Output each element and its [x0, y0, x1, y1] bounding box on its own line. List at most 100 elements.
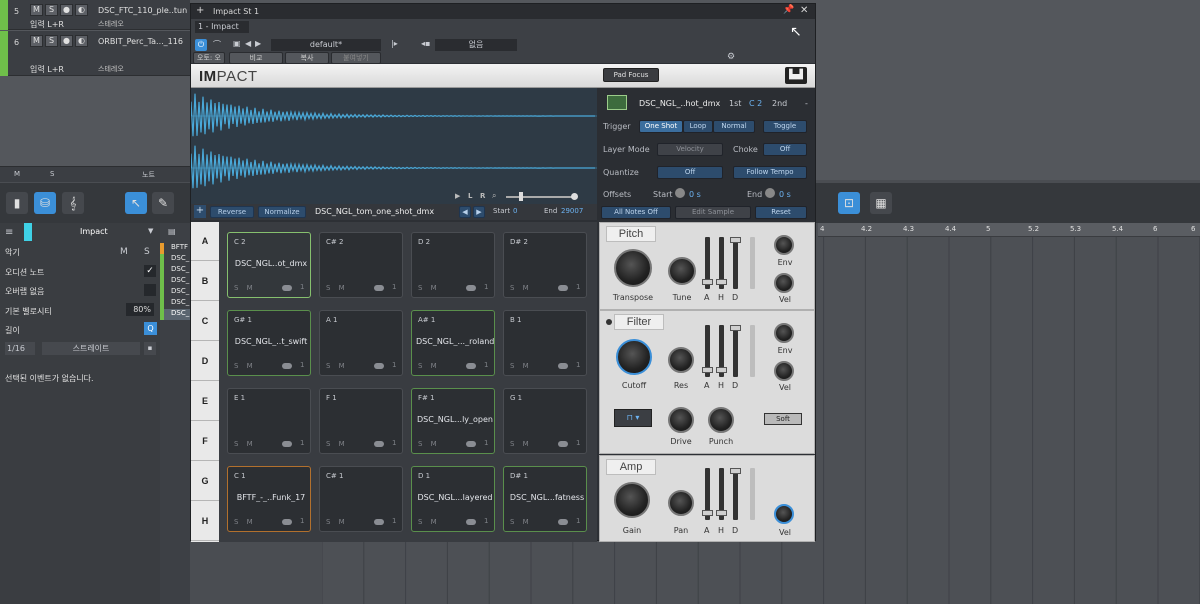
event-item[interactable]: DSC_ [160, 265, 190, 276]
event-item[interactable]: DSC_ [160, 254, 190, 265]
quantize-select[interactable]: 1/16 [5, 342, 35, 355]
pad-toggle-icon[interactable] [466, 519, 476, 525]
bank-letter-c[interactable]: C [191, 302, 219, 341]
res-knob[interactable] [668, 347, 694, 373]
filter-attack-slider[interactable] [702, 325, 713, 377]
record-arm-button[interactable]: ● [60, 35, 73, 47]
power-icon[interactable]: ⏻ [195, 39, 207, 51]
second-note-value[interactable]: - [805, 99, 808, 108]
pad-output[interactable]: 1 [484, 517, 488, 525]
pad-solo-mute[interactable]: S M [326, 284, 348, 292]
amp-decay-slider[interactable] [730, 468, 741, 520]
save-icon[interactable]: ▣ [233, 39, 241, 48]
mute-button[interactable]: M [120, 247, 128, 257]
layer-mode-select[interactable]: Velocity [657, 143, 723, 156]
pan-knob[interactable] [668, 490, 694, 516]
preset-slot-select[interactable]: 1 - Impact [195, 21, 249, 33]
drum-pad[interactable]: D 1 DSC_NGL...layered S M 1 [411, 466, 495, 532]
solo-button[interactable]: S [45, 4, 58, 16]
pad-solo-mute[interactable]: S M [418, 518, 440, 526]
drum-pad[interactable]: A 1 S M 1 [319, 310, 403, 376]
pad-toggle-icon[interactable] [558, 519, 568, 525]
menu-icon[interactable]: ≡ [5, 227, 13, 238]
drum-pad[interactable]: F 1 S M 1 [319, 388, 403, 454]
choke-select[interactable]: Off [763, 143, 807, 156]
drum-pad[interactable]: B 1 S M 1 [503, 310, 587, 376]
pad-focus-button[interactable]: Pad Focus [603, 68, 659, 82]
filter-type-select[interactable]: ⊓ ▾ [614, 409, 652, 427]
pad-output[interactable]: 1 [392, 361, 396, 369]
monitor-button[interactable]: ◐ [75, 35, 88, 47]
pad-toggle-icon[interactable] [282, 285, 292, 291]
soft-button[interactable]: Soft [764, 413, 802, 425]
cutoff-knob[interactable] [616, 339, 652, 375]
play-icon[interactable]: ▶ [455, 192, 460, 200]
bank-letter-b[interactable]: B [191, 262, 219, 301]
default-velocity-field[interactable]: 80% [126, 303, 154, 316]
filter-env-knob[interactable] [774, 323, 794, 343]
next-preset-icon[interactable]: ▶ [255, 39, 261, 48]
pad-solo-mute[interactable]: S M [510, 440, 532, 448]
inspector-track-name[interactable]: Impact [80, 227, 108, 236]
paste-button[interactable]: 붙여넣기 [331, 52, 381, 64]
zoom-slider[interactable] [506, 196, 576, 198]
pad-toggle-icon[interactable] [282, 441, 292, 447]
prev-preset-icon[interactable]: ◀ [245, 39, 251, 48]
zoom-slider-handle[interactable] [519, 192, 523, 201]
track-input[interactable]: 입력 L+R [30, 19, 64, 30]
drum-pad[interactable]: D# 2 S M 1 [503, 232, 587, 298]
filter-enable-led[interactable] [606, 319, 612, 325]
right-channel-icon[interactable]: R [480, 192, 485, 200]
pad-output[interactable]: 1 [576, 439, 580, 447]
close-icon[interactable]: ✕ [800, 5, 808, 16]
filter-decay-slider[interactable] [730, 325, 741, 377]
reset-button[interactable]: Reset [755, 206, 807, 219]
pad-solo-mute[interactable]: S M [234, 440, 256, 448]
event-item[interactable]: DSC_ [160, 276, 190, 287]
pitch-hold-slider[interactable] [716, 237, 727, 289]
pin-icon[interactable]: 📌 [783, 5, 794, 15]
straight-select[interactable]: 스트레이트 [42, 342, 140, 355]
copy-button[interactable]: 복사 [285, 52, 329, 64]
pad-solo-mute[interactable]: S M [510, 362, 532, 370]
record-arm-button[interactable]: ● [60, 4, 73, 16]
drum-pad[interactable]: D 2 S M 1 [411, 232, 495, 298]
drum-pad[interactable]: D# 1 DSC_NGL...fatness S M 1 [503, 466, 587, 532]
add-icon[interactable]: + [196, 5, 204, 16]
pad-toggle-icon[interactable] [282, 519, 292, 525]
pad-toggle-icon[interactable] [374, 363, 384, 369]
prev-sample-icon[interactable]: ◀ [459, 206, 471, 218]
treble-clef-icon[interactable]: 𝄞 [62, 192, 84, 214]
pad-toggle-icon[interactable] [558, 363, 568, 369]
timeline-ruler[interactable]: 4 4.2 4.3 4.4 5 5.2 5.3 5.4 6 6 [818, 223, 1200, 237]
sidechain-icon[interactable]: |▸ [391, 39, 398, 48]
monitor-button[interactable]: ◐ [75, 4, 88, 16]
transpose-knob[interactable] [614, 249, 652, 287]
one-shot-button[interactable]: One Shot [639, 120, 683, 133]
solo-button[interactable]: S [144, 247, 150, 257]
pad-output[interactable]: 1 [576, 517, 580, 525]
offset-end-knob[interactable] [765, 188, 775, 198]
bank-letter-a[interactable]: A [191, 222, 219, 261]
event-item[interactable]: BFTF [160, 243, 190, 254]
quantize-toggle[interactable]: Q [144, 322, 157, 335]
midi-input-icon[interactable]: ◂▪ [421, 39, 430, 48]
add-sample-button[interactable]: + [194, 205, 206, 218]
reverse-button[interactable]: Reverse [210, 206, 254, 218]
sidechain-select[interactable]: 없음 [435, 39, 517, 51]
pad-toggle-icon[interactable] [374, 519, 384, 525]
pad-output[interactable]: 1 [576, 283, 580, 291]
edit-sample-button[interactable]: Edit Sample [675, 206, 751, 219]
add-button[interactable]: ▪ [144, 342, 156, 355]
follow-tempo-button[interactable]: Follow Tempo [733, 166, 807, 179]
event-item-selected[interactable]: DSC_ [160, 309, 190, 320]
quantize-select[interactable]: Off [657, 166, 723, 179]
gain-knob[interactable] [614, 482, 650, 518]
end-value[interactable]: 29007 [561, 207, 583, 215]
pad-output[interactable]: 1 [392, 517, 396, 525]
toggle-button[interactable]: Toggle [763, 120, 807, 133]
pad-output[interactable]: 1 [300, 517, 304, 525]
drum-pad[interactable]: C 2 DSC_NGL..ot_dmx S M 1 [227, 232, 311, 298]
drum-pad[interactable]: C# 1 S M 1 [319, 466, 403, 532]
filter-hold-slider[interactable] [716, 325, 727, 377]
